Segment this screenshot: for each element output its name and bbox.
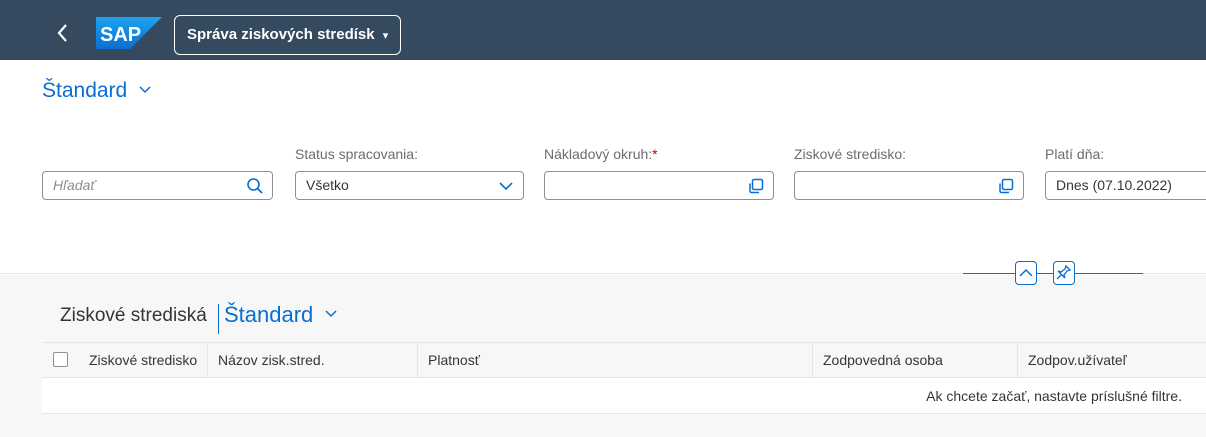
variant-selector[interactable]: Štandard (42, 79, 151, 103)
cost-area-label-text: Nákladový okruh: (544, 146, 653, 162)
required-mark: * (652, 146, 658, 162)
profit-center-input[interactable] (794, 171, 1024, 200)
filter-header (0, 60, 1206, 275)
status-label: Status spracovania: (295, 146, 418, 162)
pin-icon (1056, 264, 1072, 280)
column-header[interactable]: Názov zisk.stred. (207, 343, 417, 377)
status-value: Všetko (306, 177, 349, 193)
chevron-down-icon (325, 310, 337, 318)
shell-bar: SAP Správa ziskových stredísk ▾ (0, 0, 1206, 60)
table-variant-selector[interactable]: Štandard (224, 302, 337, 328)
search-icon[interactable] (246, 177, 264, 195)
value-help-icon[interactable] (747, 177, 765, 195)
variant-label: Štandard (42, 79, 128, 102)
back-button[interactable] (44, 17, 82, 49)
chevron-up-icon (1019, 268, 1033, 277)
pin-header-button[interactable] (1053, 261, 1075, 285)
collapse-header-button[interactable] (1015, 261, 1037, 285)
svg-text:SAP: SAP (100, 24, 141, 46)
valid-on-input[interactable]: Dnes (07.10.2022) (1045, 171, 1206, 200)
app-title-menu[interactable]: Správa ziskových stredísk ▾ (174, 15, 402, 55)
caret-down-icon: ▾ (382, 30, 389, 42)
select-all-checkbox[interactable] (53, 352, 68, 367)
sap-logo-icon: SAP (96, 17, 162, 49)
column-header[interactable]: Zodpovedná osoba (812, 343, 1017, 377)
column-header[interactable]: Zodpov.užívateľ (1017, 343, 1206, 377)
table-title: Ziskové strediská (60, 305, 207, 326)
search-placeholder: Hľadať (53, 177, 96, 193)
cost-area-input[interactable] (544, 171, 774, 200)
chevron-left-icon (57, 24, 67, 42)
cost-area-label: Nákladový okruh:* (544, 146, 658, 162)
status-select[interactable]: Všetko (295, 171, 524, 200)
sap-logo[interactable]: SAP (96, 17, 162, 49)
table-body: Ak chcete začať, nastavte príslušné filt… (42, 378, 1206, 414)
search-input[interactable]: Hľadať (42, 171, 273, 200)
app-title: Správa ziskových stredísk (187, 26, 375, 43)
profit-center-label: Ziskové stredisko: (794, 146, 907, 162)
column-header[interactable]: Platnosť (417, 343, 812, 377)
chevron-down-icon[interactable] (497, 177, 515, 195)
value-help-icon[interactable] (997, 177, 1015, 195)
title-separator (218, 304, 219, 334)
valid-on-label: Platí dňa: (1045, 146, 1105, 162)
no-data-text: Ak chcete začať, nastavte príslušné filt… (926, 388, 1182, 404)
valid-on-value: Dnes (07.10.2022) (1056, 177, 1172, 193)
table-variant-label: Štandard (224, 302, 314, 327)
table-header-row: Ziskové stredisko Názov zisk.stred. Plat… (42, 342, 1206, 378)
chevron-down-icon (139, 86, 151, 94)
